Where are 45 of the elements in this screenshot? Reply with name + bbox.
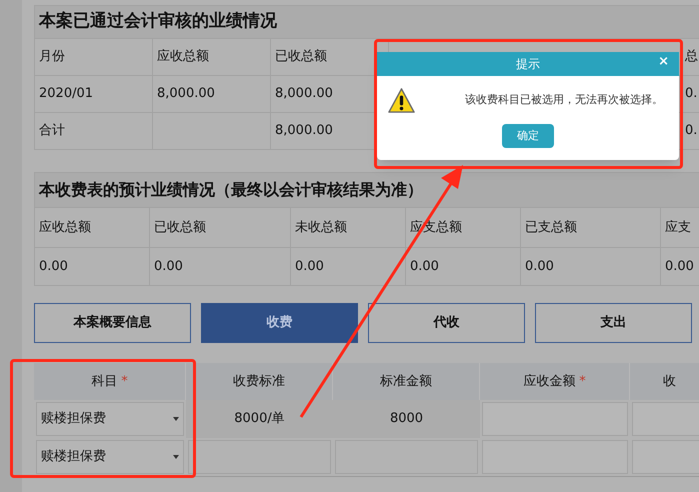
subject-select[interactable]: 赎楼担保费 — [36, 402, 184, 436]
dialog-message: 该收费科目已被选用，无法再次被选择。 — [465, 92, 663, 108]
column-header: 应支 — [665, 218, 691, 237]
section-title: 本收费表的预计业绩情况（最终以会计审核结果为准） — [39, 179, 423, 201]
column-header: 已收总额 — [154, 218, 206, 237]
column-header: 科目 — [91, 372, 118, 391]
caret-icon — [173, 417, 179, 421]
caret-icon — [173, 455, 179, 459]
table-cell-text: 8000/单 — [234, 410, 285, 428]
column-header: 收 — [663, 372, 676, 391]
column-header: 未收总额 — [295, 218, 347, 237]
table-cell-text: 2020/01 — [39, 85, 94, 104]
table-cell-text: 8000 — [390, 410, 424, 428]
column-header: 已支总额 — [525, 218, 577, 237]
table-cell-text: 8,000.00 — [157, 85, 215, 104]
column-header: 总 — [685, 48, 698, 66]
subject-select[interactable]: 赎楼担保费 — [36, 440, 184, 474]
input-field[interactable] — [188, 440, 331, 474]
tab[interactable]: 支出 — [535, 303, 692, 343]
table-cell-text: 0.00 — [295, 258, 324, 276]
table-cell-text: 0. — [685, 122, 698, 140]
section-title: 本案已通过会计审核的业绩情况 — [39, 10, 277, 34]
table-cell-text: 0.00 — [665, 258, 694, 276]
column-header: 收费标准 — [233, 372, 285, 391]
table-cell-text: 0. — [685, 85, 698, 104]
column-header: 月份 — [39, 48, 65, 66]
column-header: 应收总额 — [157, 48, 209, 66]
column-header: 已收总额 — [275, 48, 327, 66]
table-cell-text: 0.00 — [410, 258, 439, 276]
table-cell-text: 0.00 — [154, 258, 183, 276]
warning-icon — [388, 86, 415, 114]
table-cell-text: 0.00 — [525, 258, 554, 276]
column-header: 标准金额 — [380, 372, 432, 391]
tab[interactable]: 收费 — [201, 303, 358, 343]
dialog-title: 提示 — [516, 56, 540, 73]
table-cell-text: 合计 — [39, 122, 65, 140]
required-mark: * — [121, 372, 128, 391]
table-cell-text: 0.00 — [39, 258, 68, 276]
required-mark: * — [579, 372, 586, 391]
column-header: 应收总额 — [39, 218, 91, 237]
table-cell-text: 8,000.00 — [275, 85, 333, 104]
tab[interactable]: 本案概要信息 — [34, 303, 191, 343]
tab[interactable]: 代收 — [368, 303, 525, 343]
column-header: 应收金额 — [523, 372, 576, 391]
table-cell-text: 8,000.00 — [275, 122, 333, 140]
